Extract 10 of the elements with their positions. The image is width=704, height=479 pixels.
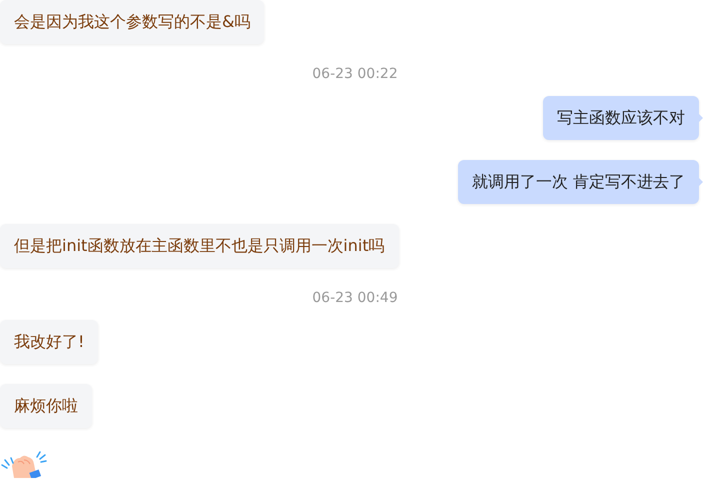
timestamp: 06-23 00:49 — [311, 290, 398, 306]
message-bubble: 就调用了一次 肯定写不进去了 — [458, 160, 699, 204]
timestamp: 06-23 00:22 — [311, 66, 398, 82]
message-bubble: 但是把init函数放在主函数里不也是只调用一次init吗 — [0, 224, 399, 268]
message-bubble: 我改好了! — [0, 320, 98, 364]
bubble-tail-icon — [699, 114, 703, 122]
bubble-tail-icon — [699, 178, 703, 186]
message-bubble: 麻烦你啦 — [0, 384, 92, 428]
message-bubble: 会是因为我这个参数写的不是&吗 — [0, 0, 264, 44]
message-bubble: 写主函数应该不对 — [543, 96, 699, 140]
